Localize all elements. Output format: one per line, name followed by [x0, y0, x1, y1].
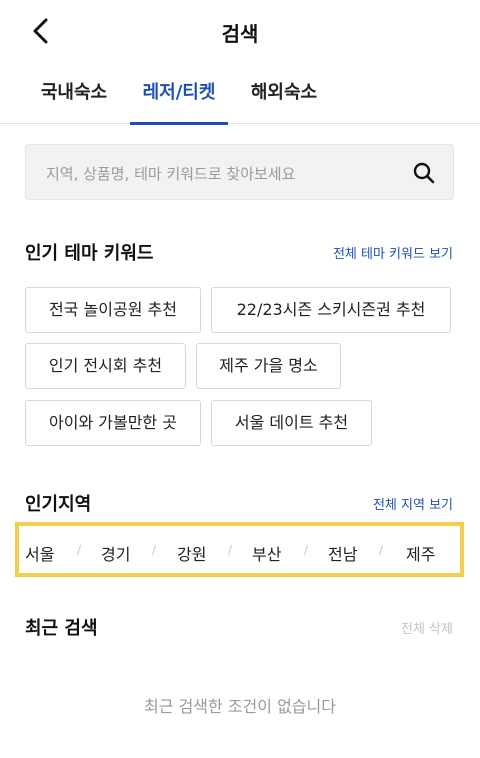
theme-chip[interactable]: 아이와 가볼만한 곳 [25, 400, 201, 446]
page-title: 검색 [221, 22, 259, 46]
active-tab-indicator [130, 122, 228, 125]
theme-chip[interactable]: 서울 데이트 추천 [211, 400, 372, 446]
region-separator: / [152, 543, 157, 557]
category-tabs: 국내숙소 레저/티켓 해외숙소 [0, 62, 480, 125]
region-separator: / [228, 543, 233, 557]
tab-label: 레저/티켓 [142, 82, 216, 103]
tab-domestic-stay[interactable]: 국내숙소 [38, 78, 110, 124]
region-item-seoul[interactable]: 서울 [25, 541, 54, 565]
all-theme-keywords-link[interactable]: 전체 테마 키워드 보기 [333, 243, 453, 262]
theme-keywords-title: 인기 테마 키워드 [25, 243, 154, 264]
theme-chip[interactable]: 전국 놀이공원 추천 [25, 287, 201, 333]
recent-search-title: 최근 검색 [25, 618, 98, 639]
region-item-gangwon[interactable]: 강원 [177, 541, 206, 565]
app-header: 검색 [0, 0, 480, 62]
region-item-jeonnam[interactable]: 전남 [328, 541, 357, 565]
tab-overseas-stay[interactable]: 해외숙소 [248, 78, 320, 124]
theme-chip[interactable]: 제주 가을 명소 [196, 343, 341, 389]
popular-regions-title: 인기지역 [25, 494, 92, 515]
all-regions-link[interactable]: 전체 지역 보기 [373, 494, 453, 513]
region-item-gyeonggi[interactable]: 경기 [101, 541, 130, 565]
popular-regions-list: 서울 / 경기 / 강원 / 부산 / 전남 / 제주 [15, 522, 464, 577]
region-item-jeju[interactable]: 제주 [406, 541, 435, 565]
search-input[interactable]: 지역, 상품명, 테마 키워드로 찾아보세요 [25, 144, 454, 200]
theme-chip[interactable]: 22/23시즌 스키시즌권 추천 [211, 287, 451, 333]
search-placeholder: 지역, 상품명, 테마 키워드로 찾아보세요 [46, 165, 296, 183]
region-separator: / [379, 543, 384, 557]
clear-all-button[interactable]: 전체 삭제 [401, 618, 453, 637]
region-separator: / [304, 543, 309, 557]
search-icon[interactable] [411, 160, 437, 186]
empty-recent-message: 최근 검색한 조건이 없습니다 [144, 697, 336, 716]
tab-leisure-ticket[interactable]: 레저/티켓 [130, 78, 228, 125]
region-item-busan[interactable]: 부산 [252, 541, 281, 565]
theme-chip[interactable]: 인기 전시회 추천 [25, 343, 186, 389]
region-separator: / [77, 543, 82, 557]
